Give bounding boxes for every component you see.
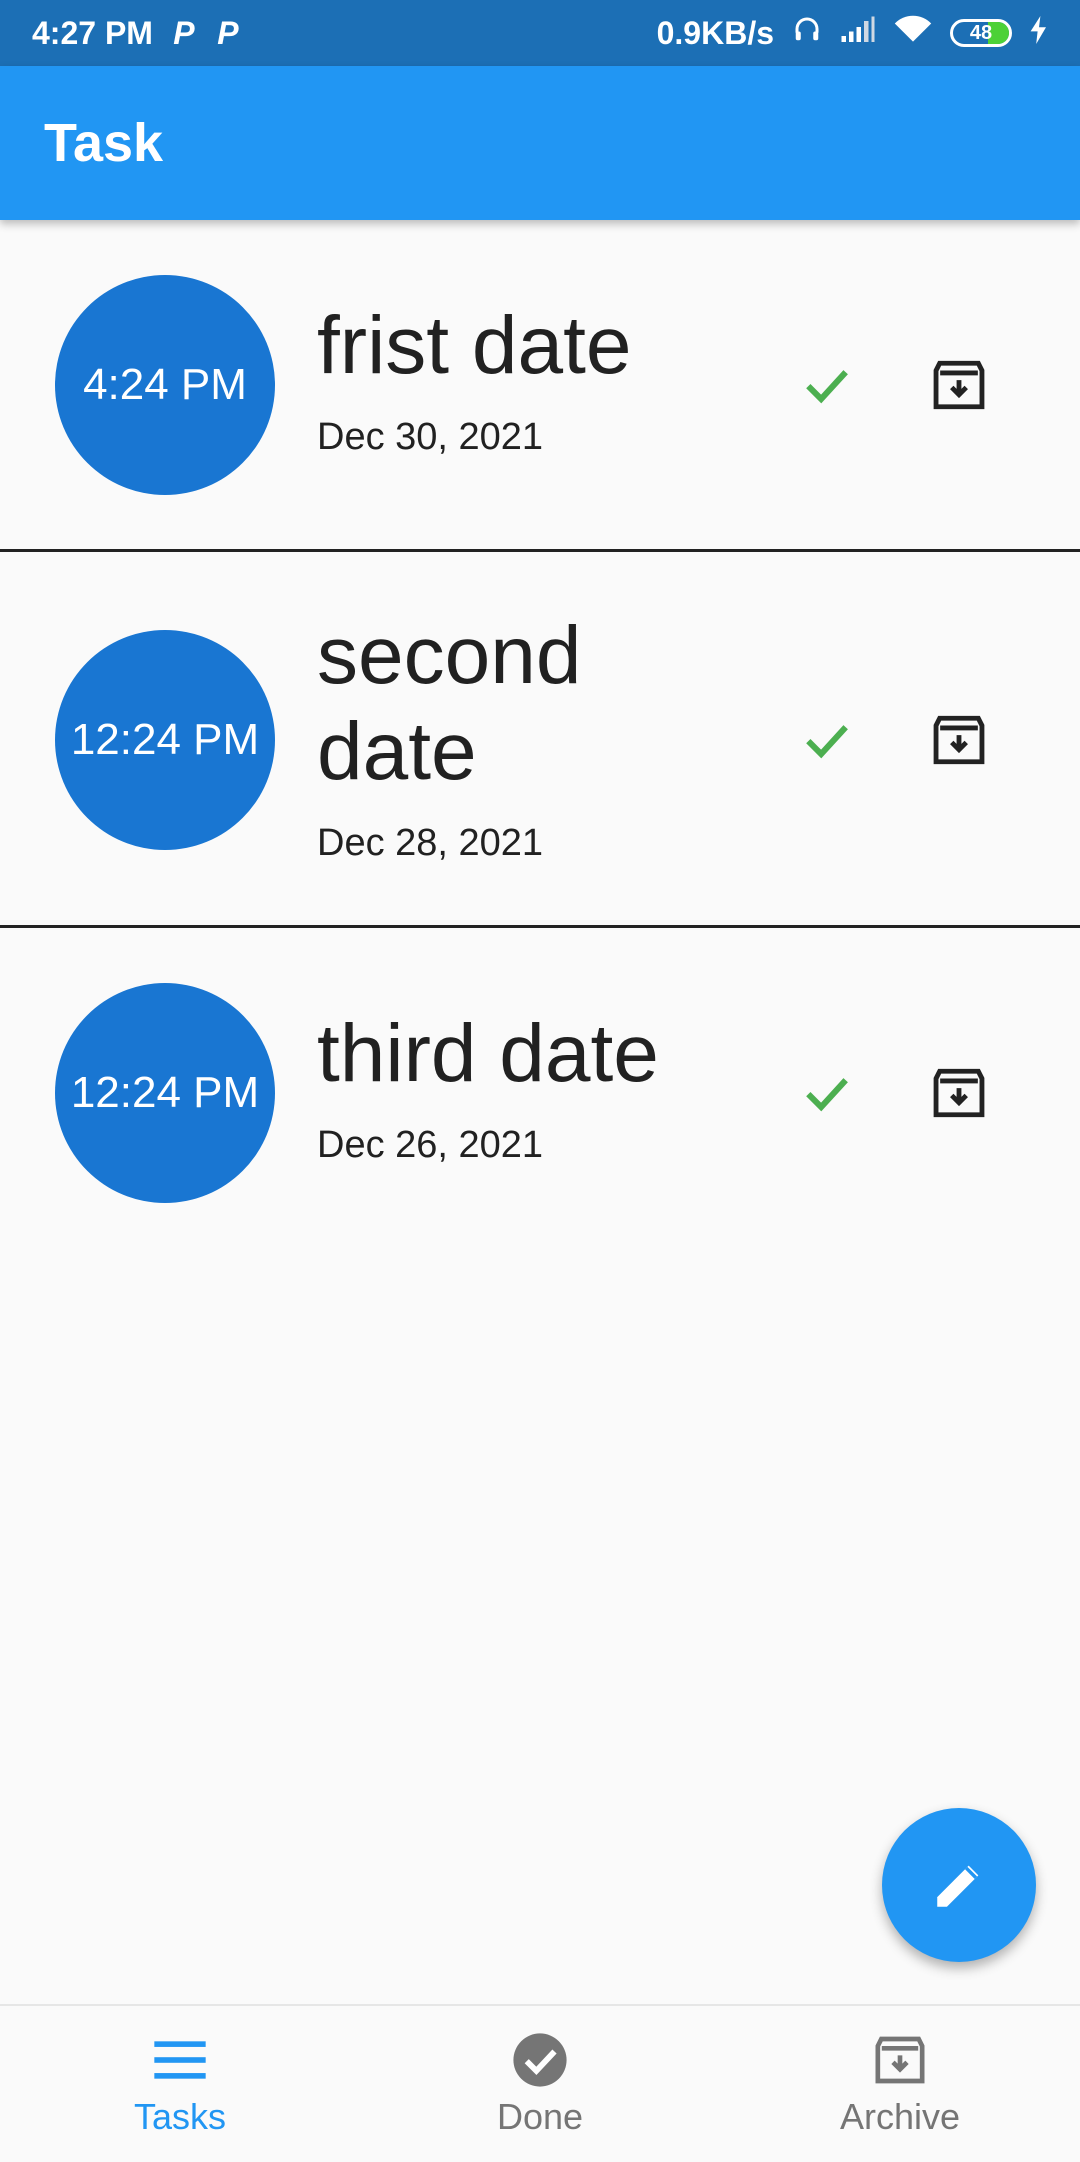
battery-icon: 48 xyxy=(950,19,1012,47)
app-bar: Task xyxy=(0,66,1080,220)
archive-icon xyxy=(872,2030,928,2090)
nav-label-done: Done xyxy=(496,2096,584,2137)
task-title: frist date xyxy=(317,300,632,391)
nav-item-archive[interactable]: Archive xyxy=(770,2006,1030,2162)
mark-done-button[interactable] xyxy=(787,1053,867,1133)
status-bar: 4:27 PM P P 0.9KB/s 48 xyxy=(0,0,1080,66)
task-title-line-2: date xyxy=(317,706,477,797)
check-icon xyxy=(806,370,848,404)
headphones-icon xyxy=(792,14,822,52)
task-time-badge: 12:24 PM xyxy=(55,630,275,850)
task-date: Dec 28, 2021 xyxy=(317,822,544,864)
task-item[interactable]: 12:24 PM third date Dec 26, 2021 xyxy=(0,928,1080,1258)
nav-label-tasks: Tasks xyxy=(133,2096,227,2137)
task-title: third date xyxy=(317,1008,659,1099)
archive-button[interactable] xyxy=(919,700,999,780)
p-notification-icon: P xyxy=(173,14,195,51)
task-time: 12:24 PM xyxy=(70,715,260,764)
task-date: Dec 30, 2021 xyxy=(317,416,544,458)
task-date: Dec 26, 2021 xyxy=(317,1124,544,1166)
status-bar-left: 4:27 PM P P xyxy=(32,15,241,52)
task-title-line-1: second xyxy=(317,610,582,701)
status-bar-right: 0.9KB/s 48 xyxy=(657,14,1048,52)
check-icon xyxy=(806,1078,848,1112)
task-item[interactable]: 4:24 PM frist date Dec 30, 2021 xyxy=(0,220,1080,552)
nav-item-tasks[interactable]: Tasks xyxy=(50,2006,310,2162)
task-text: frist date Dec 30, 2021 xyxy=(317,298,757,459)
archive-button[interactable] xyxy=(919,1053,999,1133)
task-text: second date Dec 28, 2021 xyxy=(317,608,757,865)
check-icon xyxy=(806,725,848,759)
add-task-button[interactable] xyxy=(882,1808,1036,1962)
task-list: 4:24 PM frist date Dec 30, 2021 12:24 PM… xyxy=(0,220,1080,1258)
mark-done-button[interactable] xyxy=(787,345,867,425)
mark-done-button[interactable] xyxy=(787,700,867,780)
task-text: third date Dec 26, 2021 xyxy=(317,1006,757,1167)
bottom-navigation: Tasks Done Archive xyxy=(0,2004,1080,2160)
menu-icon xyxy=(152,2030,208,2090)
nav-label-archive: Archive xyxy=(839,2096,961,2137)
task-item[interactable]: 12:24 PM second date Dec 28, 2021 xyxy=(0,552,1080,928)
charging-icon xyxy=(1030,15,1048,52)
wifi-icon xyxy=(894,14,932,52)
task-time-badge: 4:24 PM xyxy=(55,275,275,495)
task-time: 4:24 PM xyxy=(83,360,247,409)
page-title: Task xyxy=(44,113,164,173)
archive-button[interactable] xyxy=(919,345,999,425)
status-time: 4:27 PM xyxy=(32,14,153,51)
task-time-badge: 12:24 PM xyxy=(55,983,275,1203)
p-notification-icon: P xyxy=(217,14,239,51)
nav-item-done[interactable]: Done xyxy=(410,2006,670,2162)
archive-icon xyxy=(933,715,985,765)
battery-level: 48 xyxy=(969,21,993,44)
archive-icon xyxy=(933,360,985,410)
edit-icon xyxy=(937,1865,979,1907)
check-circle-icon xyxy=(511,2030,569,2090)
archive-icon xyxy=(933,1068,985,1118)
signal-icon xyxy=(840,15,876,52)
task-time: 12:24 PM xyxy=(70,1068,260,1117)
network-speed: 0.9KB/s xyxy=(656,14,774,51)
